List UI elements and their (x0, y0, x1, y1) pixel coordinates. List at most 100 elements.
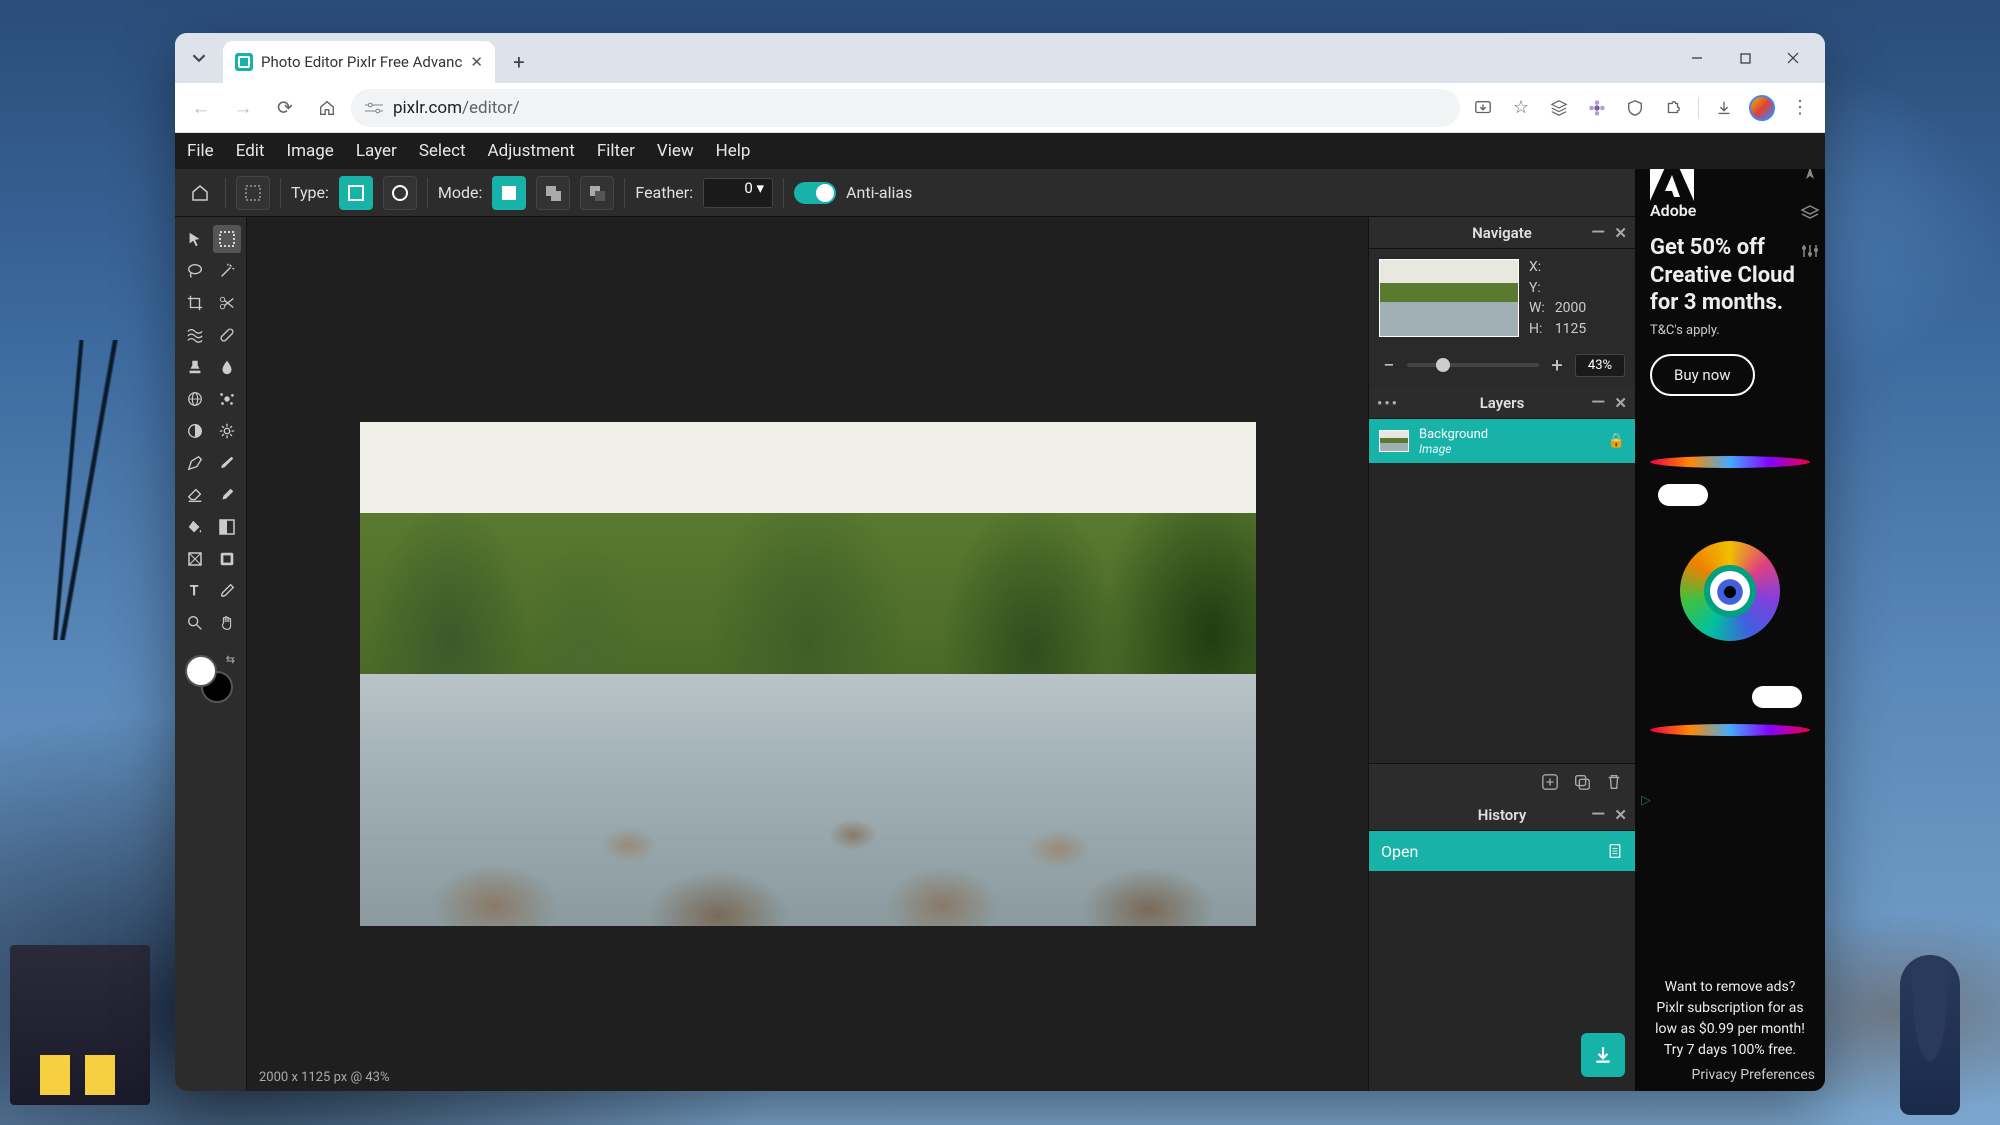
profile-button[interactable] (1745, 91, 1779, 125)
adchoices-icon[interactable]: ▷ (1641, 793, 1651, 808)
add-layer-button[interactable] (1541, 773, 1559, 791)
menu-select[interactable]: Select (419, 141, 466, 161)
panel-close-button[interactable]: ✕ (1614, 224, 1627, 242)
bookmark-button[interactable]: ☆ (1504, 91, 1538, 125)
adobe-ad[interactable]: Adobe Get 50% off Creative Cloud for 3 m… (1650, 163, 1810, 396)
disperse-tool[interactable] (181, 385, 209, 413)
detail-tool[interactable] (213, 385, 241, 413)
extensions-button[interactable] (1656, 91, 1690, 125)
mode-subtract-button[interactable] (580, 176, 614, 210)
panel-close-button[interactable]: ✕ (1614, 806, 1627, 824)
gradient-tool[interactable] (213, 513, 241, 541)
clone-tool[interactable] (181, 353, 209, 381)
remove-ads-text[interactable]: Want to remove ads? Pixlr subscription f… (1635, 967, 1825, 1067)
options-home-button[interactable] (185, 178, 215, 208)
panel-minimize-button[interactable]: — (1591, 804, 1605, 825)
mode-new-button[interactable] (492, 176, 526, 210)
options-marquee-shape[interactable] (236, 176, 270, 210)
foreground-color[interactable] (185, 655, 217, 687)
pointer-tool[interactable] (181, 225, 209, 253)
menu-button[interactable]: ⋮ (1783, 91, 1817, 125)
eraser-tool[interactable] (181, 481, 209, 509)
minimize-button[interactable] (1673, 41, 1721, 75)
back-button[interactable]: ← (183, 90, 219, 126)
forward-button[interactable]: → (225, 90, 261, 126)
canvas[interactable] (360, 422, 1256, 926)
layer-row[interactable]: Background Image 🔒 (1369, 419, 1635, 463)
menu-filter[interactable]: Filter (597, 141, 635, 161)
wand-tool[interactable] (213, 257, 241, 285)
hand-tool[interactable] (213, 609, 241, 637)
pen-tool[interactable] (181, 449, 209, 477)
history-item[interactable]: Open (1369, 831, 1635, 871)
tab-search-button[interactable] (183, 42, 215, 74)
maximize-button[interactable] (1721, 41, 1769, 75)
color-swatches[interactable]: ⇆ (185, 655, 233, 703)
reload-button[interactable]: ⟳ (267, 90, 303, 126)
frame-tool[interactable] (213, 545, 241, 573)
browser-tab[interactable]: Photo Editor Pixlr Free Advanc ✕ (223, 41, 495, 83)
menu-image[interactable]: Image (286, 141, 333, 161)
ad-cta-button[interactable]: Buy now (1650, 354, 1755, 396)
marquee-tool[interactable] (213, 225, 241, 253)
picker-tool[interactable] (213, 577, 241, 605)
navigate-thumbnail[interactable] (1379, 259, 1519, 337)
menu-adjustment[interactable]: Adjustment (488, 141, 575, 161)
panel-close-button[interactable]: ✕ (1614, 394, 1627, 412)
menu-edit[interactable]: Edit (236, 141, 265, 161)
download-button[interactable] (1581, 1033, 1625, 1077)
panel-history-toggle[interactable] (1800, 241, 1820, 261)
toning-tool[interactable] (213, 417, 241, 445)
new-tab-button[interactable]: + (503, 46, 535, 78)
panel-minimize-button[interactable]: — (1591, 392, 1605, 413)
window-close-button[interactable] (1769, 41, 1817, 75)
replace-color-tool[interactable] (213, 481, 241, 509)
text-tool[interactable]: T (181, 577, 209, 605)
duplicate-layer-button[interactable] (1573, 773, 1591, 791)
privacy-link[interactable]: Privacy Preferences (1692, 1067, 1825, 1091)
ext1-button[interactable] (1542, 91, 1576, 125)
liquify-tool[interactable] (181, 321, 209, 349)
fill-tool[interactable] (181, 513, 209, 541)
layers-panel-header[interactable]: ••• Layers — ✕ (1369, 387, 1635, 419)
history-panel-header[interactable]: History — ✕ (1369, 799, 1635, 831)
feather-input[interactable]: 0 ▾ (703, 178, 773, 208)
brush-tool[interactable] (213, 449, 241, 477)
blur-tool[interactable] (213, 353, 241, 381)
menu-help[interactable]: Help (716, 141, 751, 161)
menu-file[interactable]: File (187, 141, 214, 161)
site-info-icon[interactable] (365, 101, 383, 115)
crop-tool[interactable] (181, 289, 209, 317)
delete-layer-button[interactable] (1605, 773, 1623, 791)
ext2-button[interactable] (1580, 91, 1614, 125)
shape-tool[interactable] (181, 545, 209, 573)
swap-colors-icon[interactable]: ⇆ (226, 653, 235, 666)
mode-add-button[interactable] (536, 176, 570, 210)
menu-view[interactable]: View (657, 141, 694, 161)
url-input[interactable]: pixlr.com/editor/ (351, 89, 1460, 127)
zoom-tool[interactable] (181, 609, 209, 637)
panel-layers-toggle[interactable] (1800, 203, 1820, 223)
antialias-toggle[interactable] (794, 182, 836, 204)
install-app-button[interactable] (1466, 91, 1500, 125)
zoom-slider[interactable] (1407, 363, 1539, 367)
zoom-value[interactable]: 43% (1575, 354, 1625, 377)
layer-lock-icon[interactable]: 🔒 (1608, 433, 1625, 449)
zoom-out-button[interactable]: − (1379, 353, 1399, 377)
zoom-in-button[interactable]: + (1547, 353, 1567, 377)
heal-tool[interactable] (213, 321, 241, 349)
navigate-panel-header[interactable]: Navigate — ✕ (1369, 217, 1635, 249)
dodge-tool[interactable] (181, 417, 209, 445)
cutout-tool[interactable] (213, 289, 241, 317)
panel-minimize-button[interactable]: — (1591, 222, 1605, 243)
canvas-area[interactable]: 2000 x 1125 px @ 43% (247, 217, 1368, 1091)
tab-close-button[interactable]: ✕ (470, 53, 483, 71)
type-ellipse-button[interactable] (383, 176, 417, 210)
layers-options-button[interactable]: ••• (1377, 394, 1399, 412)
ext3-button[interactable] (1618, 91, 1652, 125)
lasso-tool[interactable] (181, 257, 209, 285)
downloads-button[interactable] (1707, 91, 1741, 125)
menu-layer[interactable]: Layer (356, 141, 397, 161)
home-button[interactable] (309, 90, 345, 126)
type-rect-button[interactable] (339, 176, 373, 210)
